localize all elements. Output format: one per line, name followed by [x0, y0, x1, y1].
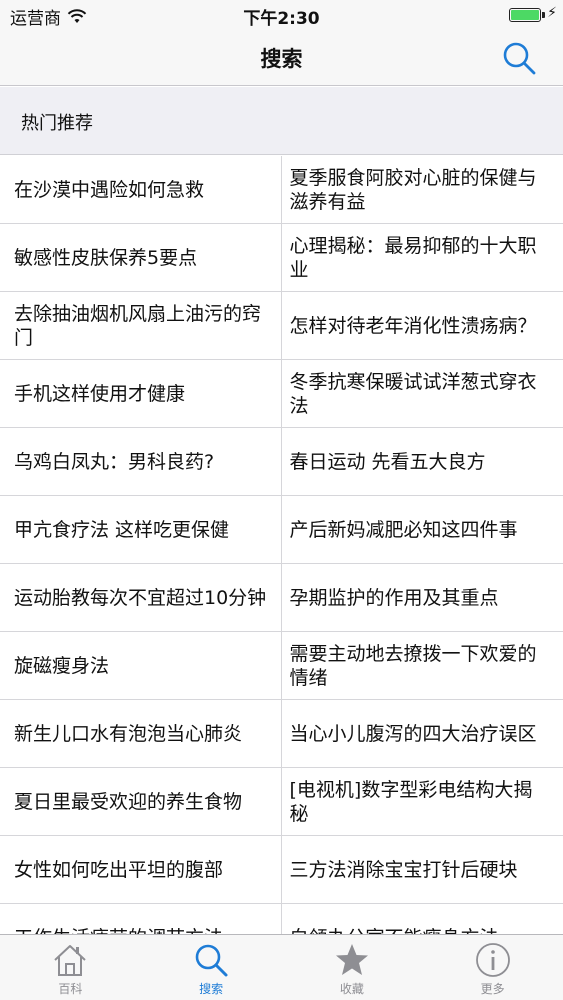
article-item-right[interactable]: 需要主动地去撩拨一下欢爱的情绪 — [282, 632, 563, 699]
article-row: 女性如何吃出平坦的腹部 三方法消除宝宝打针后硬块 — [0, 836, 563, 904]
article-item-left[interactable]: 在沙漠中遇险如何急救 — [0, 156, 282, 223]
status-bar: 运营商 下午2:30 ⚡ — [0, 0, 563, 30]
charging-bolt-icon: ⚡ — [547, 5, 557, 21]
article-item-right[interactable]: 冬季抗寒保暖试试洋葱式穿衣法 — [282, 360, 563, 427]
article-item-left[interactable]: 手机这样使用才健康 — [0, 360, 282, 427]
article-item-left[interactable]: 去除抽油烟机风扇上油污的窍门 — [0, 292, 282, 359]
section-title: 热门推荐 — [21, 113, 93, 134]
article-row: 运动胎教每次不宜超过10分钟 孕期监护的作用及其重点 — [0, 564, 563, 632]
article-row: 手机这样使用才健康 冬季抗寒保暖试试洋葱式穿衣法 — [0, 360, 563, 428]
article-item-left[interactable]: 甲亢食疗法 这样吃更保健 — [0, 496, 282, 563]
article-item-right[interactable]: 怎样对待老年消化性溃疡病？ — [282, 292, 563, 359]
article-row: 去除抽油烟机风扇上油污的窍门 怎样对待老年消化性溃疡病？ — [0, 292, 563, 360]
article-item-right[interactable]: [电视机]数字型彩电结构大揭秘 — [282, 768, 563, 835]
article-item-left[interactable]: 运动胎教每次不宜超过10分钟 — [0, 564, 282, 631]
tab-label: 搜索 — [199, 982, 224, 996]
search-icon — [195, 944, 228, 977]
article-row: 甲亢食疗法 这样吃更保健 产后新妈减肥必知这四件事 — [0, 496, 563, 564]
tab-label: 更多 — [480, 982, 505, 996]
article-row: 敏感性皮肤保养5要点 心理揭秘：最易抑郁的十大职业 — [0, 224, 563, 292]
article-item-right[interactable]: 春日运动 先看五大良方 — [282, 428, 563, 495]
section-header: 热门推荐 — [0, 87, 563, 155]
article-item-right[interactable]: 当心小儿腹泻的四大治疗误区 — [282, 700, 563, 767]
article-row: 夏日里最受欢迎的养生食物 [电视机]数字型彩电结构大揭秘 — [0, 768, 563, 836]
article-item-left[interactable]: 新生儿口水有泡泡当心肺炎 — [0, 700, 282, 767]
tab-baike[interactable]: 百科 — [0, 935, 141, 1000]
tab-favorites[interactable]: 收藏 — [282, 935, 423, 1000]
page-title: 搜索 — [260, 47, 303, 71]
article-row: 新生儿口水有泡泡当心肺炎 当心小儿腹泻的四大治疗误区 — [0, 700, 563, 768]
tab-label: 百科 — [58, 982, 83, 996]
tab-search[interactable]: 搜索 — [141, 935, 282, 1000]
article-row: 在沙漠中遇险如何急救 夏季服食阿胶对心脏的保健与滋养有益 — [0, 156, 563, 224]
article-item-right[interactable]: 三方法消除宝宝打针后硬块 — [282, 836, 563, 903]
article-item-right[interactable]: 孕期监护的作用及其重点 — [282, 564, 563, 631]
navigation-bar: 搜索 — [0, 30, 563, 86]
article-item-left[interactable]: 敏感性皮肤保养5要点 — [0, 224, 282, 291]
tab-more[interactable]: 更多 — [422, 935, 563, 1000]
battery-tip — [542, 12, 545, 18]
article-item-right[interactable]: 心理揭秘：最易抑郁的十大职业 — [282, 224, 563, 291]
article-item-left[interactable]: 女性如何吃出平坦的腹部 — [0, 836, 282, 903]
info-icon — [475, 943, 510, 977]
star-icon — [335, 944, 368, 975]
article-item-left[interactable]: 乌鸡白凤丸：男科良药? — [0, 428, 282, 495]
home-icon — [54, 945, 87, 976]
article-row: 旋磁瘦身法 需要主动地去撩拨一下欢爱的情绪 — [0, 632, 563, 700]
article-row: 乌鸡白凤丸：男科良药? 春日运动 先看五大良方 — [0, 428, 563, 496]
article-item-left[interactable]: 旋磁瘦身法 — [0, 632, 282, 699]
article-item-right[interactable]: 夏季服食阿胶对心脏的保健与滋养有益 — [282, 156, 563, 223]
article-grid: 在沙漠中遇险如何急救 夏季服食阿胶对心脏的保健与滋养有益 敏感性皮肤保养5要点 心理揭… — [0, 156, 563, 934]
tab-label: 收藏 — [339, 982, 364, 996]
status-time: 下午2:30 — [243, 9, 320, 29]
battery-icon — [509, 8, 541, 22]
tab-bar: 百科 搜索 收藏 更多 — [0, 934, 563, 1000]
article-item-right[interactable]: 产后新妈减肥必知这四件事 — [282, 496, 563, 563]
article-item-right[interactable]: 白领办公室不能瘦身方法 — [282, 904, 563, 935]
article-row: 工作生活疲劳的调节方法白领办公室不能瘦身方法 — [0, 904, 563, 934]
article-item-left[interactable]: 夏日里最受欢迎的养生食物 — [0, 768, 282, 835]
search-icon[interactable] — [501, 40, 537, 76]
article-item-left[interactable]: 工作生活疲劳的调节方法 — [0, 904, 282, 934]
